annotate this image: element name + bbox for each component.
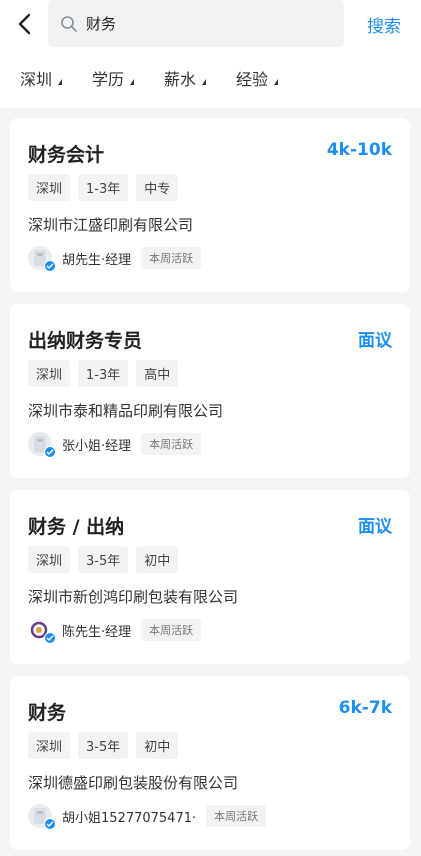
activity-badge: 本周活跃 — [141, 619, 202, 641]
job-card[interactable]: 出纳财务专员 面议 深圳 1-3年 高中 深圳市泰和精品印刷有限公司 张小姐·经… — [10, 304, 410, 478]
tag-experience: 3-5年 — [78, 546, 129, 573]
tag-experience: 3-5年 — [78, 732, 129, 759]
avatar — [28, 246, 56, 272]
tag-education: 初中 — [136, 546, 179, 573]
back-button[interactable] — [10, 9, 40, 39]
job-salary: 4k-10k — [326, 140, 392, 160]
caret-down-icon — [130, 79, 135, 85]
avatar — [28, 618, 56, 644]
check-badge-icon — [44, 818, 56, 830]
caret-down-icon — [58, 79, 63, 85]
check-badge-icon — [44, 446, 56, 458]
recruiter-row: 胡小姐15277075471· 本周活跃 — [28, 804, 267, 830]
tag-education: 初中 — [136, 732, 179, 759]
job-tags: 深圳 1-3年 中专 — [28, 174, 186, 201]
search-input[interactable] — [86, 14, 326, 33]
job-salary: 面议 — [358, 517, 392, 537]
activity-badge: 本周活跃 — [141, 433, 202, 455]
top-bar: 搜索 — [0, 0, 421, 48]
tag-experience: 1-3年 — [78, 360, 129, 387]
avatar — [28, 804, 56, 830]
company-name: 深圳市新创鸿印刷包装有限公司 — [28, 588, 239, 606]
tag-city: 深圳 — [28, 732, 71, 759]
tag-city: 深圳 — [28, 174, 71, 201]
company-name: 深圳德盛印刷包装股份有限公司 — [28, 774, 239, 792]
tag-city: 深圳 — [28, 360, 71, 387]
search-icon — [60, 15, 78, 33]
job-title: 财务 — [28, 702, 67, 724]
filter-label: 经验 — [236, 70, 269, 89]
activity-badge: 本周活跃 — [206, 805, 267, 827]
recruiter-name: 胡先生·经理 — [62, 252, 132, 268]
recruiter-name: 胡小姐15277075471· — [62, 810, 197, 826]
search-button[interactable]: 搜索 — [367, 12, 401, 37]
job-card[interactable]: 财务会计 4k-10k 深圳 1-3年 中专 深圳市江盛印刷有限公司 胡先生·经… — [10, 118, 410, 292]
filter-bar: 深圳 学历 薪水 经验 — [0, 48, 421, 108]
tag-experience: 1-3年 — [78, 174, 129, 201]
filter-label: 薪水 — [164, 70, 197, 89]
job-salary: 6k-7k — [338, 698, 392, 718]
filter-label: 深圳 — [20, 70, 53, 89]
caret-down-icon — [274, 79, 279, 85]
job-card[interactable]: 财务 6k-7k 深圳 3-5年 初中 深圳德盛印刷包装股份有限公司 胡小姐15… — [10, 676, 410, 850]
caret-down-icon — [202, 79, 207, 85]
filter-city[interactable]: 深圳 — [20, 66, 63, 90]
job-tags: 深圳 3-5年 初中 — [28, 732, 186, 759]
job-title: 财务会计 — [28, 144, 105, 166]
job-salary: 面议 — [358, 331, 392, 351]
check-badge-icon — [44, 632, 56, 644]
search-box[interactable] — [48, 0, 344, 47]
job-title: 财务 / 出纳 — [28, 516, 125, 538]
recruiter-row: 胡先生·经理 本周活跃 — [28, 246, 202, 272]
check-badge-icon — [44, 260, 56, 272]
filter-label: 学历 — [92, 70, 125, 89]
recruiter-name: 张小姐·经理 — [62, 438, 132, 454]
company-name: 深圳市江盛印刷有限公司 — [28, 216, 194, 234]
job-card[interactable]: 财务 / 出纳 面议 深圳 3-5年 初中 深圳市新创鸿印刷包装有限公司 陈先生… — [10, 490, 410, 664]
filter-salary[interactable]: 薪水 — [164, 66, 207, 90]
job-tags: 深圳 1-3年 高中 — [28, 360, 186, 387]
tag-city: 深圳 — [28, 546, 71, 573]
filter-experience[interactable]: 经验 — [236, 66, 279, 90]
tag-education: 中专 — [136, 174, 179, 201]
recruiter-row: 张小姐·经理 本周活跃 — [28, 432, 202, 458]
job-tags: 深圳 3-5年 初中 — [28, 546, 186, 573]
company-name: 深圳市泰和精品印刷有限公司 — [28, 402, 224, 420]
recruiter-name: 陈先生·经理 — [62, 624, 132, 640]
activity-badge: 本周活跃 — [141, 247, 202, 269]
avatar — [28, 432, 56, 458]
recruiter-row: 陈先生·经理 本周活跃 — [28, 618, 202, 644]
job-title: 出纳财务专员 — [28, 330, 143, 352]
filter-education[interactable]: 学历 — [92, 66, 135, 90]
chevron-left-icon — [18, 13, 31, 35]
tag-education: 高中 — [136, 360, 179, 387]
